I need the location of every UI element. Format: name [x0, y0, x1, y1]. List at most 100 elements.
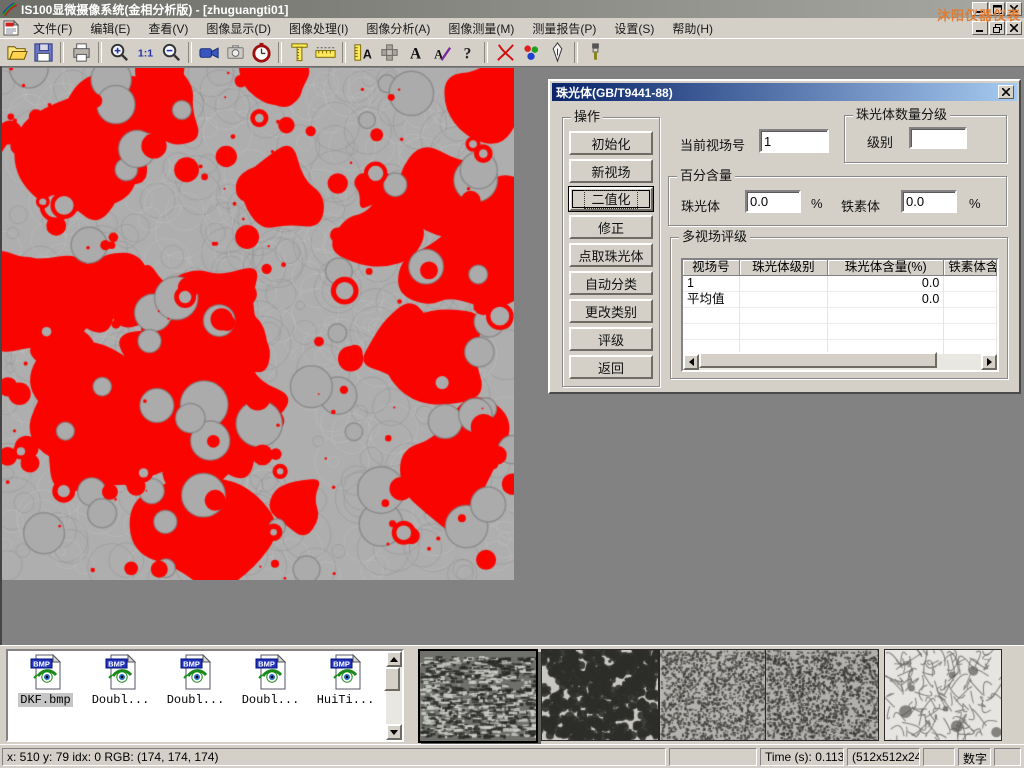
close-button[interactable]: [1006, 2, 1022, 16]
child-minimize-button[interactable]: [972, 21, 988, 35]
table-row[interactable]: [683, 308, 997, 324]
toolbar-zoom-out-button[interactable]: [158, 40, 184, 65]
bmp-file-icon: BMP: [29, 654, 63, 690]
toolbar-timer-button[interactable]: [248, 40, 274, 65]
menu-item-5[interactable]: 图像分析(A): [357, 18, 439, 39]
menu-item-4[interactable]: 图像处理(I): [280, 18, 357, 39]
toolbar-open-file-button[interactable]: [4, 40, 30, 65]
child-close-button[interactable]: [1006, 21, 1022, 35]
filelist-vscrollbar[interactable]: [386, 651, 402, 740]
dialog-button-1[interactable]: 新视场: [569, 159, 653, 183]
thumbnail-3[interactable]: [659, 649, 773, 741]
file-item-2[interactable]: BMPDoubl...: [158, 651, 233, 731]
menu-item-1[interactable]: 编辑(E): [81, 18, 139, 39]
table-cell: [740, 308, 828, 324]
grade-group: 珠光体数量分级 级别: [844, 115, 1007, 163]
scroll-up-button[interactable]: [386, 651, 402, 667]
toolbar-help-button[interactable]: ?: [454, 40, 480, 65]
table-hscrollbar[interactable]: [683, 354, 997, 370]
maximize-button[interactable]: [989, 2, 1005, 16]
toolbar-brush-tool-button[interactable]: [582, 40, 608, 65]
scroll-down-button[interactable]: [386, 724, 402, 740]
dialog-button-2[interactable]: 二值化: [569, 187, 653, 211]
toolbar-print-button[interactable]: [68, 40, 94, 65]
file-item-3[interactable]: BMPDoubl...: [233, 651, 308, 731]
caliper-measure-icon: [288, 41, 311, 64]
menu-item-3[interactable]: 图像显示(D): [197, 18, 280, 39]
current-field-input[interactable]: [759, 129, 829, 153]
child-restore-button[interactable]: [989, 21, 1005, 35]
toolbar-save-file-button[interactable]: [30, 40, 56, 65]
table-cell: [944, 308, 997, 324]
table-cell: [944, 324, 997, 340]
toolbar-pen-tool-button[interactable]: [544, 40, 570, 65]
dialog-title-bar[interactable]: 珠光体(GB/T9441-88): [552, 83, 1017, 101]
scroll-right-button[interactable]: [981, 354, 997, 370]
toolbar-particle-count-button[interactable]: [518, 40, 544, 65]
current-field-label: 当前视场号: [680, 135, 745, 154]
table-row[interactable]: 平均值0.0: [683, 292, 997, 308]
toolbar-text-label-button[interactable]: A: [402, 40, 428, 65]
dialog-button-8[interactable]: 返回: [569, 355, 653, 379]
vscroll-thumb[interactable]: [384, 667, 400, 691]
pearlite-percent-input[interactable]: [745, 190, 801, 213]
micrograph-image[interactable]: [2, 68, 514, 580]
dialog-button-3[interactable]: 修正: [569, 215, 653, 239]
menu-item-2[interactable]: 查看(V): [139, 18, 197, 39]
table-header-cell: 视场号: [683, 260, 740, 276]
toolbar-caliper-measure-button[interactable]: [286, 40, 312, 65]
dialog-button-6[interactable]: 更改类别: [569, 299, 653, 323]
svg-text:BMP: BMP: [183, 659, 200, 668]
ferrite-percent-input[interactable]: [901, 190, 957, 213]
status-mode: 数字: [958, 748, 991, 766]
document-icon[interactable]: [3, 20, 20, 36]
table-row[interactable]: 10.0: [683, 276, 997, 292]
menu-item-7[interactable]: 测量报告(P): [523, 18, 605, 39]
zoom-out-icon: [160, 41, 183, 64]
status-empty-2: [923, 748, 955, 766]
minimize-button[interactable]: [972, 2, 988, 16]
toolbar-scale-ruler-button[interactable]: A: [350, 40, 376, 65]
file-list[interactable]: BMPDKF.bmpBMPDoubl...BMPDoubl...BMPDoubl…: [6, 649, 404, 742]
title-bar: IS100显微摄像系统(金相分析版) - [zhuguangti01]: [0, 0, 1024, 18]
menu-item-8[interactable]: 设置(S): [605, 18, 663, 39]
toolbar-actual-size-button[interactable]: 1:1: [132, 40, 158, 65]
dialog-button-5[interactable]: 自动分类: [569, 271, 653, 295]
menu-item-0[interactable]: 文件(F): [24, 18, 81, 39]
thumbnail-1[interactable]: [418, 649, 538, 743]
toolbar-grid-button[interactable]: [376, 40, 402, 65]
dialog-close-button[interactable]: [998, 85, 1014, 99]
dialog-button-7[interactable]: 评级: [569, 327, 653, 351]
toolbar-curve-tool-button[interactable]: [492, 40, 518, 65]
grade-input[interactable]: [909, 127, 967, 149]
toolbar-photo-capture-button[interactable]: [222, 40, 248, 65]
rating-table[interactable]: 视场号珠光体级别珠光体含量(%)铁素体含量(%)10.0平均值0.0: [681, 258, 999, 372]
file-item-4[interactable]: BMPHuiTi...: [308, 651, 383, 731]
dialog-button-4[interactable]: 点取珠光体: [569, 243, 653, 267]
table-cell: [683, 324, 740, 340]
pearlite-dialog: 珠光体(GB/T9441-88) 操作 初始化新视场二值化修正点取珠光体自动分类…: [548, 79, 1021, 394]
timer-icon: [250, 41, 273, 64]
multi-field-group-title: 多视场评级: [679, 230, 750, 244]
menu-item-6[interactable]: 图像测量(M): [439, 18, 523, 39]
table-cell: 0.0: [828, 292, 944, 308]
thumbnail-2[interactable]: [541, 649, 659, 741]
thumbnail-5[interactable]: [884, 649, 1002, 741]
dialog-button-0[interactable]: 初始化: [569, 131, 653, 155]
file-item-0[interactable]: BMP DKF.bmp: [8, 651, 83, 731]
file-item-1[interactable]: BMPDoubl...: [83, 651, 158, 731]
toolbar-ruler-measure-button[interactable]: [312, 40, 338, 65]
toolbar-zoom-in-button[interactable]: [106, 40, 132, 65]
hscroll-thumb[interactable]: [699, 352, 937, 368]
print-icon: [70, 41, 93, 64]
toolbar-video-capture-button[interactable]: [196, 40, 222, 65]
actual-size-icon: 1:1: [134, 41, 157, 64]
table-row[interactable]: [683, 324, 997, 340]
menu-item-9[interactable]: 帮助(H): [663, 18, 722, 39]
thumbnail-4[interactable]: [765, 649, 879, 741]
scroll-left-button[interactable]: [683, 354, 699, 370]
toolbar-text-edit-button[interactable]: A: [428, 40, 454, 65]
file-name: DKF.bmp: [18, 693, 72, 707]
menu-items: 文件(F)编辑(E)查看(V)图像显示(D)图像处理(I)图像分析(A)图像测量…: [24, 18, 722, 39]
toolbar-separator: [342, 42, 346, 63]
